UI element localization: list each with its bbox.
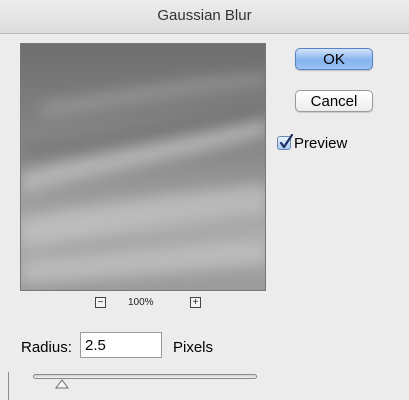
preview-checkbox-row[interactable]: Preview bbox=[277, 134, 347, 152]
dialog-edge bbox=[8, 372, 9, 400]
title-bar: Gaussian Blur bbox=[0, 0, 409, 34]
dialog-title: Gaussian Blur bbox=[157, 7, 252, 24]
minus-icon: − bbox=[97, 296, 104, 308]
blur-preview-image[interactable] bbox=[20, 43, 266, 291]
zoom-controls: − 100% + bbox=[20, 296, 266, 314]
cancel-button[interactable]: Cancel bbox=[295, 90, 373, 112]
radius-label: Radius: bbox=[21, 339, 72, 356]
radius-units-label: Pixels bbox=[173, 339, 214, 356]
zoom-level: 100% bbox=[128, 297, 154, 308]
checkmark-icon bbox=[279, 134, 293, 149]
zoom-out-button[interactable]: − bbox=[95, 297, 106, 308]
ok-button[interactable]: OK bbox=[295, 48, 373, 70]
radius-slider-thumb[interactable] bbox=[55, 379, 70, 389]
preview-checkbox[interactable] bbox=[277, 134, 293, 150]
radius-input[interactable] bbox=[80, 332, 162, 358]
preview-label: Preview bbox=[294, 134, 348, 152]
plus-icon: + bbox=[192, 296, 199, 308]
zoom-in-button[interactable]: + bbox=[190, 297, 201, 308]
